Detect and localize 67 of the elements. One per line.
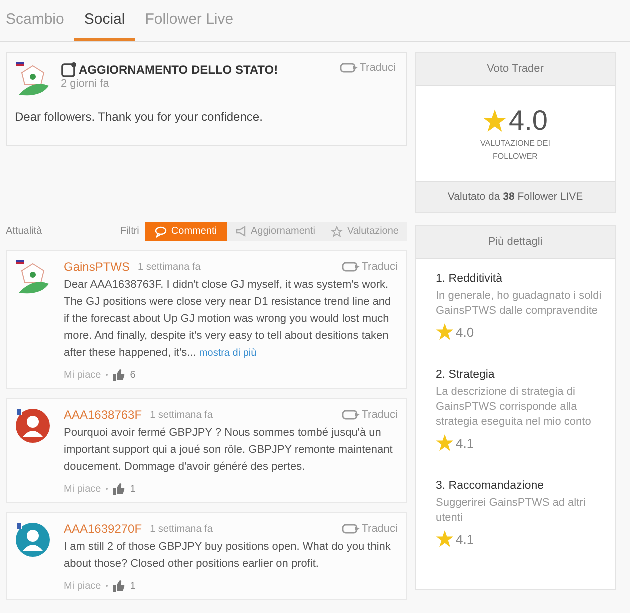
tab[interactable]: Follower Live	[139, 0, 240, 41]
comment-text: I am still 2 of those GBPJPY buy positions open. What do you think about those? Closed other positions earlier on profit.	[64, 540, 392, 572]
panel-header: Più dettagli	[416, 226, 615, 259]
rating-caption: VALUTAZIONE DEI FOLLOWER	[480, 138, 552, 162]
star-icon	[436, 530, 454, 548]
translate-button[interactable]: Traduci	[338, 62, 396, 74]
filter-tab[interactable]: Commenti	[145, 222, 227, 241]
like-button[interactable]: Mi piace	[64, 580, 102, 592]
comment-time: 1 settimana fa	[150, 524, 213, 534]
logo-avatar-icon	[15, 62, 51, 98]
criterion-title: 2. Strategia	[436, 369, 496, 381]
translate-button[interactable]: Traduci	[340, 523, 398, 535]
tab[interactable]: Social	[74, 0, 136, 41]
logo-avatar-icon	[15, 260, 51, 296]
comment-text: Dear AAA1638763F. I didn't close GJ myself, it was system's work. The GJ positions were close very near D1 resistance trend line and if the forecast about Up GJ motion was wrong you would lost much more. And finally, despite it's very easy to tell about desitions taken after these happened, it's... mostra di più	[64, 278, 392, 361]
show-more-link[interactable]: mostra di più	[199, 348, 257, 359]
megaphone-icon	[234, 226, 247, 238]
translate-icon	[338, 62, 359, 74]
thumbs-up-icon	[113, 483, 126, 495]
rating-score: 4.0	[509, 104, 548, 136]
translate-button[interactable]: Traduci	[340, 261, 398, 273]
thumbs-up-icon	[113, 580, 126, 592]
thumbs-up-icon	[113, 369, 126, 381]
author-name[interactable]: GainsPTWS	[64, 260, 130, 274]
separator-dot	[106, 488, 108, 490]
translate-button[interactable]: Traduci	[340, 409, 398, 421]
user-avatar-icon	[15, 408, 51, 444]
tab[interactable]: Scambio	[0, 0, 70, 41]
star-icon	[436, 323, 454, 341]
comment-icon	[155, 226, 168, 238]
translate-icon	[340, 523, 361, 535]
translate-icon	[340, 261, 361, 273]
criterion-text: In generale, ho guadagnato i soldi GainsPTWS dalle compravendite	[436, 289, 603, 319]
like-count: 1	[130, 484, 136, 494]
criterion-score: 4.0	[456, 324, 474, 340]
author-name[interactable]: AAA1638763F	[64, 408, 142, 422]
like-count: 6	[130, 370, 136, 380]
filter-tab[interactable]: Valutazione	[323, 222, 407, 241]
criterion-text: Suggerirei GainsPTWS ad altri utenti	[436, 496, 587, 526]
star-icon	[331, 226, 344, 238]
criterion-title: 3. Raccomandazione	[436, 480, 546, 492]
separator-dot	[106, 585, 108, 587]
separator-dot	[106, 374, 108, 376]
comment-time: 1 settimana fa	[150, 410, 213, 420]
like-count: 1	[130, 580, 136, 592]
filter-tab[interactable]: Aggiornamenti	[226, 222, 324, 241]
comment-text: Pourquoi avoir fermé GBPJPY ? Nous sommes tombé jusqu'à un important support qui a joué son rôle. GBPJPY remonte maintenant doucement. Dommage d'avoir généré des pertes.	[64, 426, 394, 475]
star-icon	[483, 108, 508, 132]
panel-header: Voto Trader	[416, 53, 615, 86]
author-name[interactable]: AAA1639270F	[64, 522, 142, 536]
post-text: Dear followers. Thank you for your confidence.	[15, 110, 264, 124]
criterion-score: 4.1	[456, 436, 474, 450]
criterion-text: La descrizione di strategia di GainsPTWS corrisponde alla strategia eseguita nel mio conto	[436, 385, 592, 430]
status-title: AGGIORNAMENTO DELLO STATO!	[79, 63, 278, 77]
criterion-score: 4.1	[456, 532, 474, 546]
like-button[interactable]: Mi piace	[64, 484, 102, 494]
post-time: 2 giorni fa	[61, 78, 110, 90]
edit-icon	[61, 62, 77, 78]
like-button[interactable]: Mi piace	[64, 370, 102, 380]
translate-icon	[340, 409, 361, 421]
criterion-title: 1. Redditività	[436, 273, 504, 285]
rating-footer: Valutato da 38 Follower LIVE	[416, 181, 615, 212]
star-icon	[436, 434, 454, 452]
user-avatar-icon	[15, 522, 51, 558]
comment-time: 1 settimana fa	[138, 262, 201, 272]
feed-label: Attualità	[6, 226, 42, 237]
filters-label: Filtri	[120, 226, 140, 237]
